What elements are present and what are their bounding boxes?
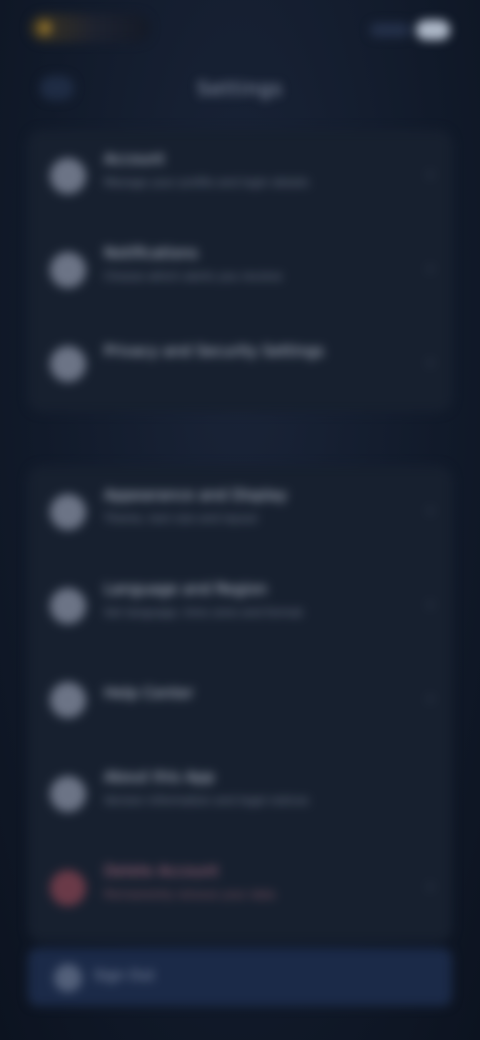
chevron-right-icon: › bbox=[426, 594, 434, 615]
settings-card-primary: Account Manage your profile and login de… bbox=[28, 130, 452, 412]
info-icon bbox=[50, 776, 86, 812]
list-item-privacy[interactable]: Privacy and Security Settings › bbox=[28, 318, 452, 412]
list-item-help[interactable]: Help Center › bbox=[28, 654, 452, 748]
item-title: Help Center bbox=[104, 684, 194, 702]
shield-icon bbox=[50, 346, 86, 382]
list-item-delete-account[interactable]: Delete Account Permanently remove your d… bbox=[28, 842, 452, 936]
help-icon bbox=[50, 682, 86, 718]
item-title: Privacy and Security Settings bbox=[104, 342, 324, 360]
user-icon bbox=[50, 158, 86, 194]
chevron-right-icon: › bbox=[426, 258, 434, 279]
list-item-notifications[interactable]: Notifications Choose which alerts you re… bbox=[28, 224, 452, 318]
chevron-right-icon: › bbox=[426, 500, 434, 521]
list-item-appearance[interactable]: Appearance and Display Theme, text size … bbox=[28, 466, 452, 560]
globe-icon bbox=[50, 588, 86, 624]
logout-icon bbox=[54, 964, 82, 992]
chevron-right-icon: › bbox=[426, 688, 434, 709]
item-title: Account bbox=[104, 150, 165, 168]
item-subtitle: Permanently remove your data bbox=[104, 888, 276, 901]
item-title: Delete Account bbox=[104, 862, 219, 880]
item-subtitle: Manage your profile and login details bbox=[104, 176, 309, 189]
status-indicators bbox=[350, 20, 450, 40]
item-subtitle: Set language, time zone and format bbox=[104, 606, 303, 619]
list-item-account[interactable]: Account Manage your profile and login de… bbox=[28, 130, 452, 224]
chevron-right-icon: › bbox=[426, 352, 434, 373]
item-title: About this App bbox=[104, 768, 215, 786]
chevron-right-icon: › bbox=[426, 164, 434, 185]
sign-out-button[interactable]: Sign Out bbox=[28, 948, 452, 1006]
item-subtitle: Theme, text size and layout bbox=[104, 512, 258, 525]
item-title: Language and Region bbox=[104, 580, 268, 598]
app-logo-icon bbox=[38, 21, 52, 35]
item-title: Notifications bbox=[104, 244, 198, 262]
top-bar: Settings bbox=[0, 66, 480, 116]
signal-icon bbox=[370, 23, 410, 37]
sign-out-label: Sign Out bbox=[94, 968, 155, 984]
app-badge bbox=[30, 14, 150, 42]
palette-icon bbox=[50, 494, 86, 530]
list-item-about[interactable]: About this App Version information and l… bbox=[28, 748, 452, 842]
list-item-language[interactable]: Language and Region Set language, time z… bbox=[28, 560, 452, 654]
item-subtitle: Version information and legal notices bbox=[104, 794, 309, 807]
status-bar bbox=[0, 0, 480, 56]
battery-icon bbox=[416, 20, 450, 40]
settings-card-secondary: Appearance and Display Theme, text size … bbox=[28, 466, 452, 942]
item-subtitle: Choose which alerts you receive bbox=[104, 270, 283, 283]
page-title: Settings bbox=[197, 78, 283, 100]
trash-icon bbox=[50, 870, 86, 906]
item-title: Appearance and Display bbox=[104, 486, 288, 504]
bell-icon bbox=[50, 252, 86, 288]
chevron-right-icon: › bbox=[426, 876, 434, 897]
